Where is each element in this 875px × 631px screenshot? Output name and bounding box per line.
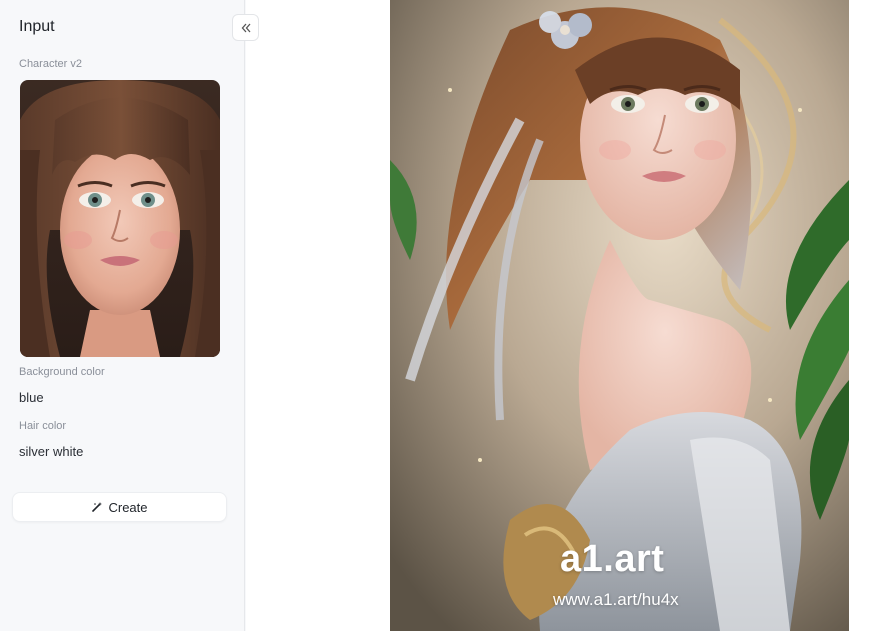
collapse-panel-button[interactable] [232, 14, 259, 41]
watermark-url: www.a1.art/hu4x [553, 590, 679, 609]
background-color-value: blue [19, 390, 44, 405]
character-label: Character v2 [19, 58, 82, 70]
panel-title: Input [19, 18, 55, 35]
watermark-brand: a1.art [560, 538, 665, 580]
generated-image[interactable]: a1.art www.a1.art/hu4x [390, 0, 849, 631]
hair-color-value: silver white [19, 444, 84, 459]
magic-wand-icon [92, 502, 103, 512]
double-chevron-left-icon [241, 23, 250, 32]
character-reference-image[interactable] [20, 80, 220, 357]
create-button[interactable]: Create [12, 492, 227, 522]
background-color-label: Background color [19, 366, 105, 378]
character-portrait [20, 80, 220, 357]
generated-portrait [390, 0, 849, 631]
hair-color-label: Hair color [19, 420, 67, 432]
input-panel: Input Character v2 Background color blue… [0, 0, 245, 631]
app-window: Input Character v2 Background color blue… [0, 0, 875, 631]
create-button-label: Create [108, 499, 148, 515]
result-area: a1.art www.a1.art/hu4x [246, 0, 875, 631]
